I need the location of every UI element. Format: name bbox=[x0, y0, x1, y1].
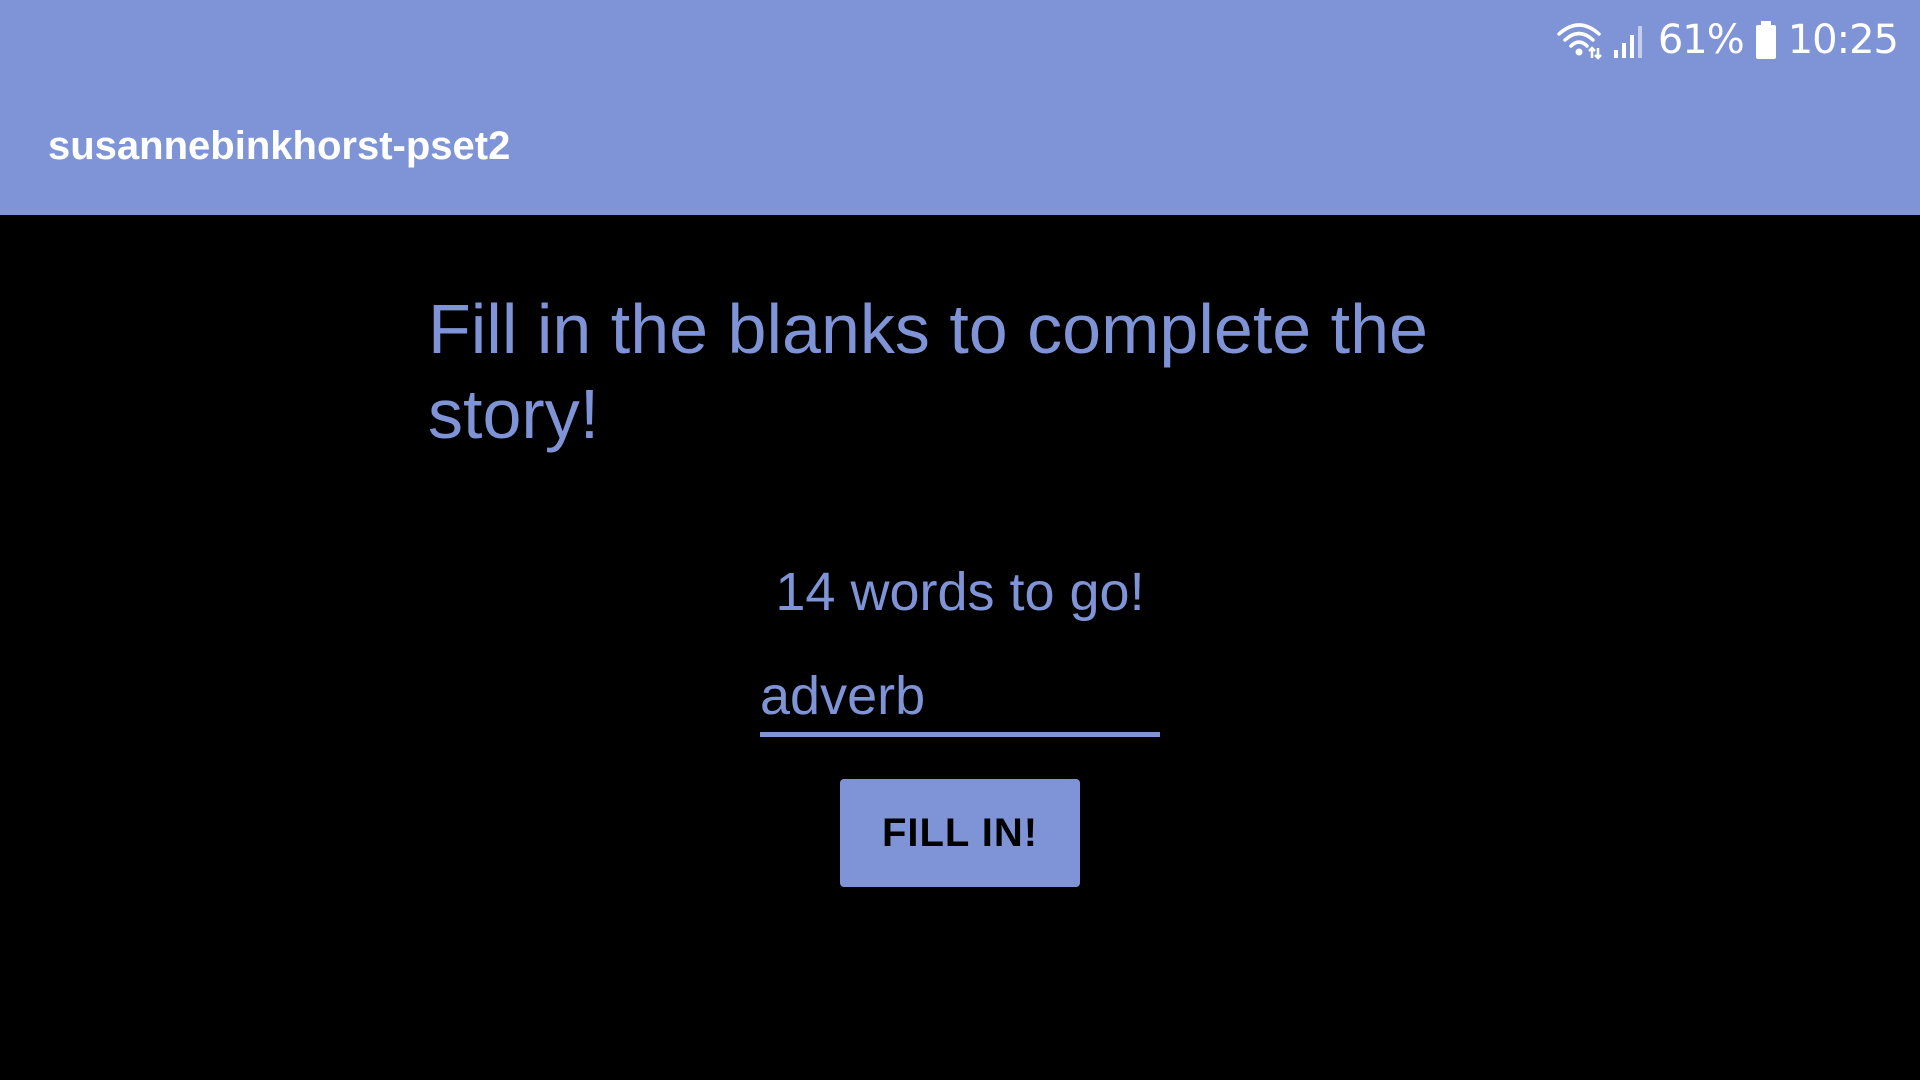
clock: 10:25 bbox=[1787, 17, 1899, 63]
word-input[interactable] bbox=[760, 660, 1160, 737]
app-title: susannebinkhorst-pset2 bbox=[48, 124, 511, 168]
battery-icon bbox=[1754, 20, 1778, 60]
fill-in-button[interactable]: FILL IN! bbox=[840, 779, 1080, 887]
battery-percent: 61% bbox=[1657, 17, 1745, 63]
app-bar: 61% 10:25 susannebinkhorst-pset2 bbox=[0, 0, 1920, 215]
status-bar: 61% 10:25 bbox=[1556, 12, 1899, 68]
main-content: Fill in the blanks to complete the story… bbox=[0, 215, 1920, 1080]
wifi-icon bbox=[1556, 20, 1602, 60]
signal-icon bbox=[1612, 20, 1648, 60]
words-remaining-counter: 14 words to go! bbox=[775, 562, 1145, 622]
instruction-heading: Fill in the blanks to complete the story… bbox=[428, 290, 1428, 453]
